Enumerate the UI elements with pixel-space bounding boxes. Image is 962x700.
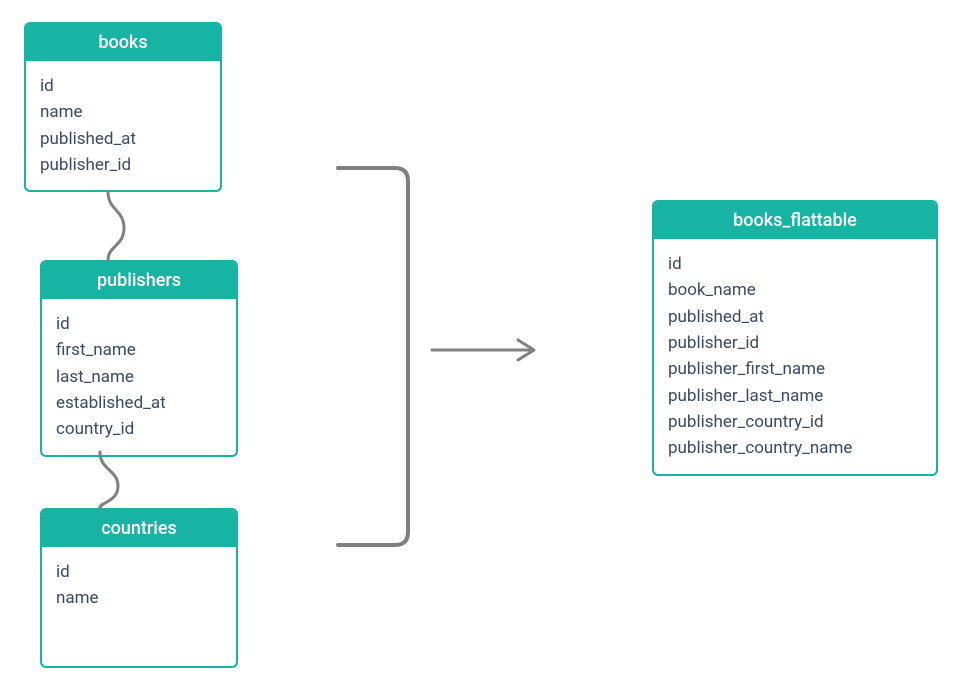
field: name xyxy=(56,585,222,611)
field: publisher_id xyxy=(668,330,922,356)
field: established_at xyxy=(56,390,222,416)
field: country_id xyxy=(56,416,222,442)
field: published_at xyxy=(668,304,922,330)
table-books-flattable: books_flattable id book_name published_a… xyxy=(652,200,938,476)
group-bracket xyxy=(338,168,408,545)
table-publishers-header: publishers xyxy=(42,262,236,299)
table-books-header: books xyxy=(26,24,220,61)
table-publishers-body: id first_name last_name established_at c… xyxy=(42,299,236,455)
field: publisher_last_name xyxy=(668,383,922,409)
field: first_name xyxy=(56,337,222,363)
table-books-body: id name published_at publisher_id xyxy=(26,61,220,190)
arrow-head-icon xyxy=(518,340,534,360)
field: id xyxy=(56,311,222,337)
table-countries: countries id name xyxy=(40,508,238,668)
connector-books-publishers xyxy=(108,192,124,260)
field: id xyxy=(668,251,922,277)
field: published_at xyxy=(40,126,206,152)
table-books-flattable-header: books_flattable xyxy=(654,202,936,239)
field: id xyxy=(56,559,222,585)
field: publisher_id xyxy=(40,152,206,178)
table-countries-body: id name xyxy=(42,547,236,624)
field: name xyxy=(40,99,206,125)
table-countries-header: countries xyxy=(42,510,236,547)
field: publisher_first_name xyxy=(668,356,922,382)
table-publishers: publishers id first_name last_name estab… xyxy=(40,260,238,457)
field: last_name xyxy=(56,364,222,390)
field: id xyxy=(40,73,206,99)
connector-publishers-countries xyxy=(100,452,118,508)
table-books: books id name published_at publisher_id xyxy=(24,22,222,192)
field: publisher_country_name xyxy=(668,435,922,461)
field: publisher_country_id xyxy=(668,409,922,435)
table-books-flattable-body: id book_name published_at publisher_id p… xyxy=(654,239,936,474)
field: book_name xyxy=(668,277,922,303)
